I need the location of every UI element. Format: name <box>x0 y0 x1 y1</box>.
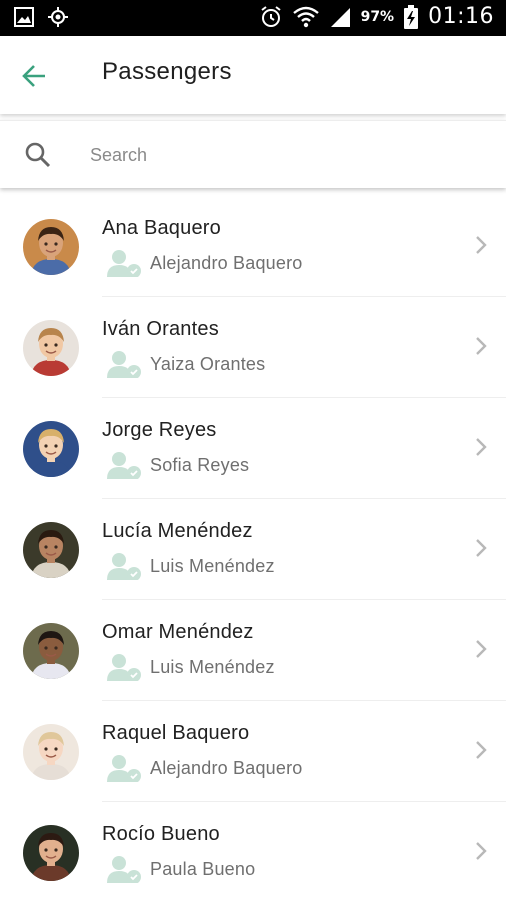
passenger-row-4[interactable]: Lucía Menéndez Luis Menéndez <box>0 499 506 600</box>
gallery-icon <box>14 7 34 27</box>
passenger-name: Omar Menéndez <box>102 621 254 643</box>
chevron-right-icon <box>476 539 487 557</box>
chevron-right-icon <box>476 438 487 456</box>
passenger-row-1[interactable]: Ana Baquero Alejandro Baquero <box>0 196 506 297</box>
chevron-right-icon <box>476 640 487 658</box>
wifi-icon <box>292 6 319 27</box>
avatar <box>23 522 79 578</box>
avatar <box>23 219 79 275</box>
arrow-left-icon <box>22 65 45 87</box>
guardian-icon <box>107 250 141 277</box>
avatar <box>23 724 79 780</box>
guardian-name: Paula Bueno <box>150 858 256 879</box>
status-bar: 97% 01:16 <box>0 0 506 36</box>
avatar <box>23 320 79 376</box>
location-target-icon <box>48 7 68 27</box>
avatar <box>23 421 79 477</box>
search-icon <box>25 142 51 168</box>
passenger-row-5[interactable]: Omar Menéndez Luis Menéndez <box>0 600 506 701</box>
avatar <box>23 825 79 881</box>
status-time: 01:16 <box>428 4 494 29</box>
passenger-row-2[interactable]: Iván Orantes Yaiza Orantes <box>0 297 506 398</box>
page-title: Passengers <box>102 58 232 85</box>
passenger-name: Raquel Baquero <box>102 722 250 744</box>
guardian-icon <box>107 856 141 883</box>
guardian-row: Alejandro Baquero <box>106 753 303 783</box>
guardian-icon <box>107 351 141 378</box>
guardian-name: Luis Menéndez <box>150 656 275 677</box>
child-photo-icon <box>23 623 79 679</box>
guardian-name: Yaiza Orantes <box>150 353 266 374</box>
child-photo-icon <box>23 421 79 477</box>
battery-percent: 97% <box>360 8 395 25</box>
back-button[interactable] <box>18 60 50 92</box>
passenger-name: Iván Orantes <box>102 318 219 340</box>
guardian-row: Sofia Reyes <box>106 450 249 480</box>
guardian-name: Sofia Reyes <box>150 454 250 475</box>
passenger-name: Lucía Menéndez <box>102 520 253 542</box>
passenger-row-6[interactable]: Raquel Baquero Alejandro Baquero <box>0 701 506 802</box>
passenger-row-3[interactable]: Jorge Reyes Sofia Reyes <box>0 398 506 499</box>
guardian-row: Luis Menéndez <box>106 551 275 581</box>
guardian-name: Alejandro Baquero <box>150 757 303 778</box>
battery-charging-icon <box>404 4 419 29</box>
child-photo-icon <box>23 724 79 780</box>
child-photo-icon <box>23 825 79 881</box>
child-photo-icon <box>23 320 79 376</box>
passenger-name: Jorge Reyes <box>102 419 217 441</box>
signal-icon <box>330 7 350 27</box>
chevron-right-icon <box>476 236 487 254</box>
guardian-icon <box>107 452 141 479</box>
passenger-name: Ana Baquero <box>102 217 221 239</box>
guardian-row: Luis Menéndez <box>106 652 275 682</box>
app-bar: Passengers <box>0 36 506 114</box>
avatar <box>23 623 79 679</box>
child-photo-icon <box>23 522 79 578</box>
alarm-icon <box>260 5 281 27</box>
guardian-row: Alejandro Baquero <box>106 248 303 278</box>
guardian-row: Yaiza Orantes <box>106 349 265 379</box>
passenger-row-7[interactable]: Rocío Bueno Paula Bueno <box>0 802 506 900</box>
search-bar <box>0 120 506 188</box>
guardian-name: Luis Menéndez <box>150 555 275 576</box>
guardian-icon <box>107 755 141 782</box>
guardian-row: Paula Bueno <box>106 854 255 884</box>
chevron-right-icon <box>476 842 487 860</box>
search-input[interactable] <box>90 139 480 171</box>
passenger-list: Ana Baquero Alejandro Baquero Iván Orant… <box>0 196 506 900</box>
passenger-name: Rocío Bueno <box>102 823 220 845</box>
guardian-icon <box>107 553 141 580</box>
child-photo-icon <box>23 219 79 275</box>
chevron-right-icon <box>476 741 487 759</box>
guardian-icon <box>107 654 141 681</box>
guardian-name: Alejandro Baquero <box>150 252 303 273</box>
chevron-right-icon <box>476 337 487 355</box>
